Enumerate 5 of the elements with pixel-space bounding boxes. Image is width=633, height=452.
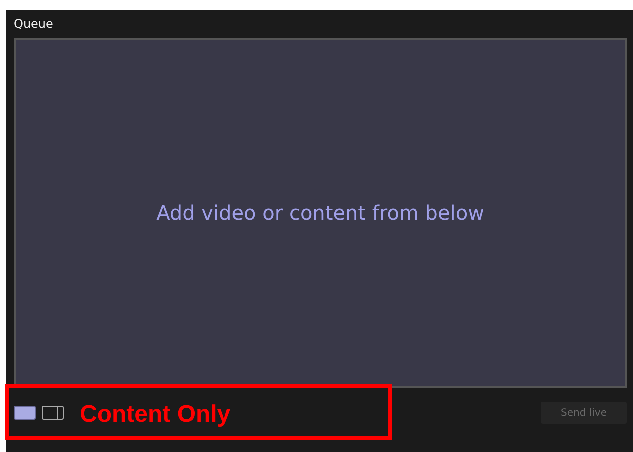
empty-message: Add video or content from below — [156, 201, 484, 225]
full-layout-button[interactable] — [14, 406, 36, 420]
annotation-label: Content Only — [80, 401, 231, 429]
window-title: Queue — [14, 16, 54, 33]
split-layout-button[interactable] — [42, 406, 64, 420]
